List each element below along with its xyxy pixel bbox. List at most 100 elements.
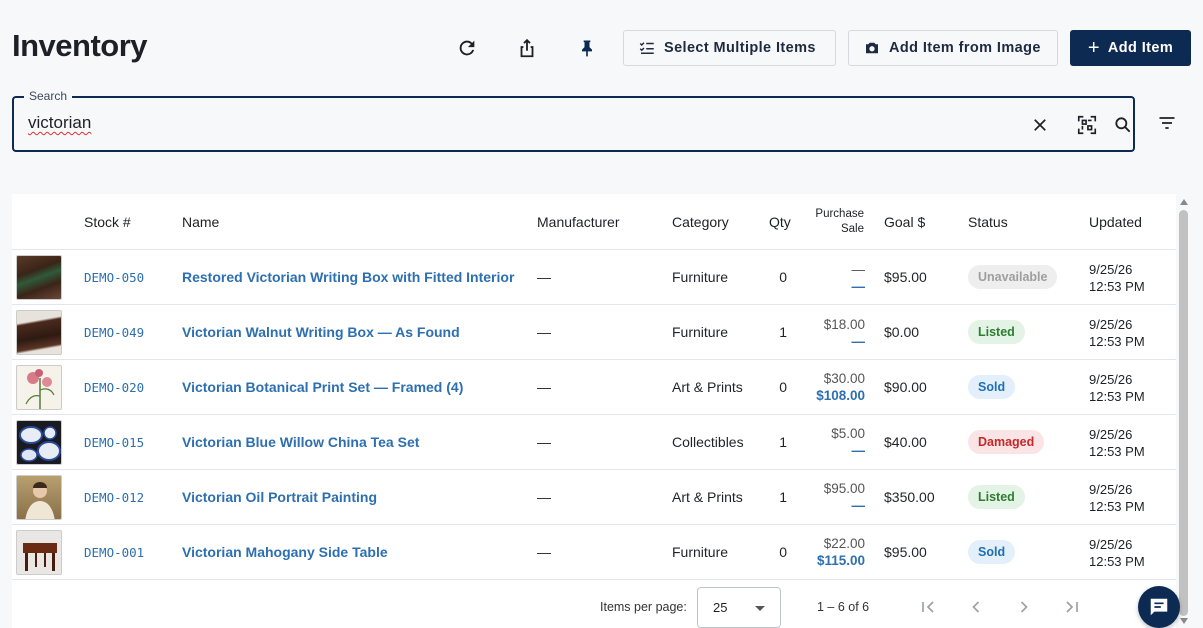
last-page-icon xyxy=(1066,601,1078,613)
manufacturer: — xyxy=(537,324,551,340)
column-goal[interactable]: Goal $ xyxy=(884,214,925,230)
pin-button[interactable] xyxy=(571,32,603,64)
updated: 9/25/26 12:53 PM xyxy=(1089,261,1145,295)
items-per-page-select[interactable]: 25 xyxy=(697,587,781,628)
search-submit-button[interactable] xyxy=(1110,112,1136,138)
quantity: 0 xyxy=(779,269,787,285)
column-status[interactable]: Status xyxy=(968,214,1008,230)
updated-date: 9/25/26 xyxy=(1089,482,1133,497)
purchase-sale: $22.00 $115.00 xyxy=(795,535,865,569)
stock-number[interactable]: DEMO-001 xyxy=(84,545,144,560)
chat-button[interactable] xyxy=(1138,586,1180,628)
sale-price: — xyxy=(851,279,866,294)
column-stock[interactable]: Stock # xyxy=(84,214,131,230)
category: Furniture xyxy=(672,324,729,340)
stock-number[interactable]: DEMO-020 xyxy=(84,380,144,395)
table-scrollbar[interactable] xyxy=(1178,196,1190,626)
stock-number[interactable]: DEMO-015 xyxy=(84,435,144,450)
filter-icon xyxy=(1159,117,1175,129)
updated: 9/25/26 12:53 PM xyxy=(1089,426,1145,460)
goal-price: $0.00 xyxy=(884,324,920,340)
manufacturer: — xyxy=(537,489,551,505)
checklist-icon xyxy=(639,42,654,54)
updated-date: 9/25/26 xyxy=(1089,262,1133,277)
sale-price: — xyxy=(851,443,866,458)
first-page-icon xyxy=(922,601,934,613)
status-badge: Unavailable xyxy=(968,265,1058,289)
table-row[interactable]: DEMO-012 Victorian Oil Portrait Painting… xyxy=(12,470,1176,525)
first-page-button[interactable] xyxy=(918,597,938,617)
column-name[interactable]: Name xyxy=(182,214,219,230)
previous-page-button[interactable] xyxy=(966,597,986,617)
purchase-sale: $18.00 — xyxy=(795,316,865,350)
category: Art & Prints xyxy=(672,379,743,395)
select-multiple-label: Select Multiple Items xyxy=(664,40,816,56)
search-icon xyxy=(1115,117,1131,133)
table-row[interactable]: DEMO-001 Victorian Mahogany Side Table —… xyxy=(12,525,1176,580)
column-purchase: Purchase xyxy=(815,208,864,220)
manufacturer: — xyxy=(537,544,551,560)
item-name[interactable]: Restored Victorian Writing Box with Fitt… xyxy=(182,269,514,285)
column-purchase-sale[interactable]: Purchase Sale xyxy=(802,207,864,237)
item-thumbnail xyxy=(16,420,62,465)
inventory-table: Stock # Name Manufacturer Category Qty P… xyxy=(12,194,1176,628)
china-tea-set-image xyxy=(19,426,61,462)
updated-time: 12:53 PM xyxy=(1089,389,1145,404)
column-updated[interactable]: Updated xyxy=(1089,214,1142,230)
item-name[interactable]: Victorian Botanical Print Set — Framed (… xyxy=(182,379,463,395)
chat-icon xyxy=(1150,598,1168,616)
table-row[interactable]: DEMO-020 Victorian Botanical Print Set —… xyxy=(12,360,1176,415)
share-icon xyxy=(520,38,534,58)
category: Collectibles xyxy=(672,434,744,450)
table-row[interactable]: DEMO-050 Restored Victorian Writing Box … xyxy=(12,250,1176,305)
purchase-price: $18.00 xyxy=(823,317,865,332)
pin-icon xyxy=(582,40,592,57)
qr-scan-button[interactable] xyxy=(1074,112,1100,138)
table-row[interactable]: DEMO-049 Victorian Walnut Writing Box — … xyxy=(12,305,1176,360)
refresh-button[interactable] xyxy=(451,32,483,64)
item-name[interactable]: Victorian Oil Portrait Painting xyxy=(182,489,377,505)
table-header: Stock # Name Manufacturer Category Qty P… xyxy=(12,194,1176,250)
last-page-button[interactable] xyxy=(1062,597,1082,617)
search-field[interactable]: Search victorian xyxy=(12,89,1136,152)
purchase-price: $30.00 xyxy=(823,371,865,386)
item-name[interactable]: Victorian Mahogany Side Table xyxy=(182,544,388,560)
add-from-image-button[interactable]: Add Item from Image xyxy=(848,30,1058,66)
next-page-button[interactable] xyxy=(1014,597,1034,617)
purchase-price: $95.00 xyxy=(823,481,865,496)
sale-price: $115.00 xyxy=(816,553,865,568)
search-input[interactable]: victorian xyxy=(28,113,628,133)
item-name[interactable]: Victorian Walnut Writing Box — As Found xyxy=(182,324,460,340)
updated-date: 9/25/26 xyxy=(1089,372,1133,387)
search-legend: Search xyxy=(24,89,73,103)
stock-number[interactable]: DEMO-050 xyxy=(84,270,144,285)
purchase-sale: $95.00 — xyxy=(795,480,865,514)
updated-date: 9/25/26 xyxy=(1089,427,1133,442)
items-per-page-value: 25 xyxy=(713,600,728,615)
category: Furniture xyxy=(672,544,729,560)
scrollbar-thumb[interactable] xyxy=(1179,210,1188,616)
column-category[interactable]: Category xyxy=(672,214,729,230)
filter-button[interactable] xyxy=(1153,109,1181,137)
clear-icon xyxy=(1034,119,1046,131)
purchase-price: $5.00 xyxy=(831,426,865,441)
stock-number[interactable]: DEMO-049 xyxy=(84,325,144,340)
share-button[interactable] xyxy=(511,32,543,64)
clear-search-button[interactable] xyxy=(1027,112,1053,138)
stock-number[interactable]: DEMO-012 xyxy=(84,490,144,505)
item-name[interactable]: Victorian Blue Willow China Tea Set xyxy=(182,434,419,450)
chevron-left-icon xyxy=(972,601,980,613)
column-manufacturer[interactable]: Manufacturer xyxy=(537,214,619,230)
add-item-button[interactable]: + Add Item xyxy=(1070,30,1191,66)
category: Art & Prints xyxy=(672,489,743,505)
refresh-icon xyxy=(459,40,475,56)
quantity: 0 xyxy=(779,544,787,560)
updated: 9/25/26 12:53 PM xyxy=(1089,481,1145,515)
updated-time: 12:53 PM xyxy=(1089,444,1145,459)
updated: 9/25/26 12:53 PM xyxy=(1089,536,1145,570)
select-multiple-button[interactable]: Select Multiple Items xyxy=(623,30,836,66)
updated: 9/25/26 12:53 PM xyxy=(1089,371,1145,405)
page-range: 1 – 6 of 6 xyxy=(817,600,870,614)
column-qty[interactable]: Qty xyxy=(769,214,791,230)
table-row[interactable]: DEMO-015 Victorian Blue Willow China Tea… xyxy=(12,415,1176,470)
